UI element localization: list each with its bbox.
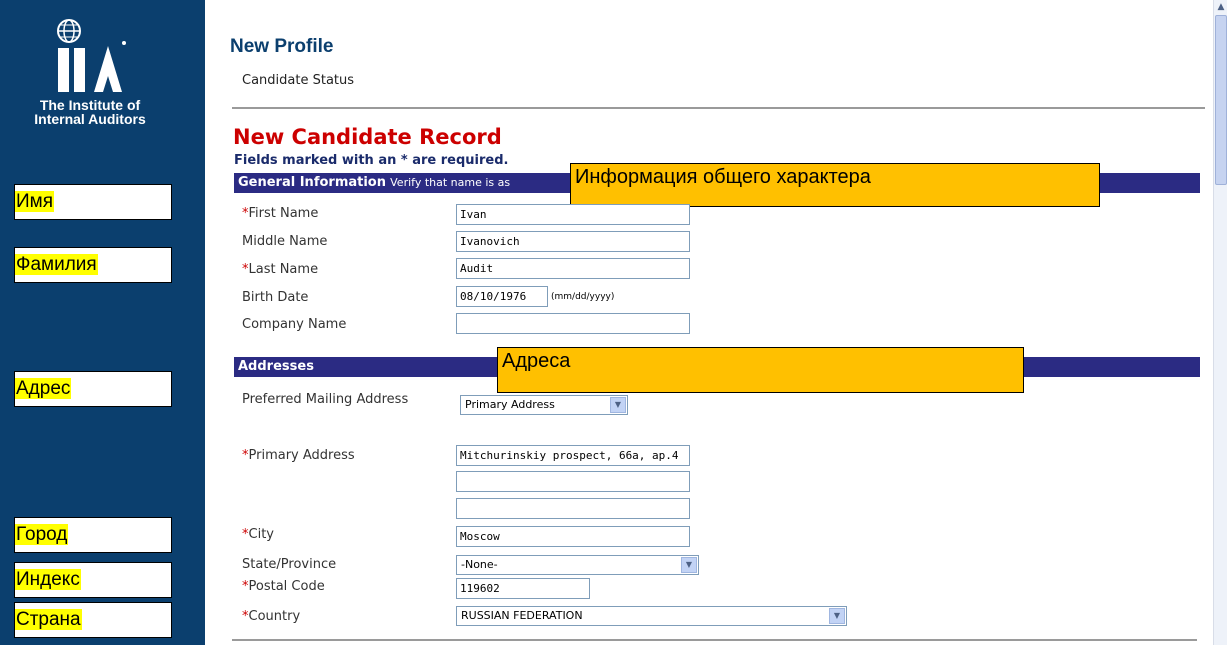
record-title: New Candidate Record — [233, 125, 502, 149]
chevron-down-icon[interactable]: ▼ — [681, 557, 697, 573]
org-name: The Institute of Internal Auditors — [34, 97, 146, 127]
label-postal-ru: Индекс — [14, 562, 172, 598]
candidate-status-link[interactable]: Candidate Status — [242, 73, 354, 88]
country-label: *Country — [242, 609, 301, 624]
label-first-name-ru: Имя — [14, 184, 172, 220]
birth-date-label: Birth Date — [242, 290, 309, 305]
birth-date-input[interactable]: 08/10/1976 — [456, 286, 548, 307]
iia-logo — [57, 19, 126, 92]
company-name-input[interactable] — [456, 313, 690, 334]
vertical-scrollbar[interactable]: ▲ — [1213, 0, 1227, 645]
label-address-ru: Адрес — [14, 371, 172, 407]
label-city-ru: Город — [14, 517, 172, 553]
primary-address-line2-input[interactable] — [456, 471, 690, 492]
country-select[interactable]: RUSSIAN FEDERATION ▼ — [456, 606, 847, 626]
page-title: New Profile — [230, 36, 334, 57]
section-hint: Verify that name is as — [390, 176, 511, 189]
divider — [232, 107, 1205, 109]
scroll-up-icon[interactable]: ▲ — [1214, 0, 1227, 14]
divider — [232, 639, 1197, 641]
preferred-mailing-label: Preferred Mailing Address — [242, 392, 409, 407]
primary-address-label: *Primary Address — [242, 448, 355, 463]
city-input[interactable]: Moscow — [456, 526, 690, 547]
scroll-thumb[interactable] — [1215, 15, 1227, 185]
label-last-name-ru: Фамилия — [14, 247, 172, 283]
chevron-down-icon[interactable]: ▼ — [829, 608, 845, 624]
first-name-label: *First Name — [242, 206, 319, 221]
primary-address-line3-input[interactable] — [456, 498, 690, 519]
last-name-label: *Last Name — [242, 262, 319, 277]
state-province-label: State/Province — [242, 557, 337, 572]
city-label: *City — [242, 527, 274, 542]
label-country-ru: Страна — [14, 602, 172, 638]
postal-code-input[interactable]: 119602 — [456, 578, 590, 599]
birth-date-format-hint: (mm/dd/yyyy) — [551, 292, 615, 302]
state-province-select[interactable]: -None- ▼ — [456, 555, 699, 575]
preferred-mailing-select[interactable]: Primary Address ▼ — [460, 395, 628, 415]
last-name-input[interactable]: Audit — [456, 258, 690, 279]
company-name-label: Company Name — [242, 317, 347, 332]
chevron-down-icon[interactable]: ▼ — [610, 397, 626, 413]
middle-name-label: Middle Name — [242, 234, 328, 249]
sidebar: The Institute of Internal Auditors Имя Ф… — [0, 0, 205, 645]
required-note: Fields marked with an * are required. — [234, 153, 509, 168]
callout-addresses: Адреса — [497, 347, 1024, 393]
primary-address-line1-input[interactable]: Mitchurinskiy prospect, 66a, ap.4 — [456, 445, 690, 466]
first-name-input[interactable]: Ivan — [456, 204, 690, 225]
middle-name-input[interactable]: Ivanovich — [456, 231, 690, 252]
postal-code-label: *Postal Code — [242, 579, 325, 594]
callout-general-information: Информация общего характера — [570, 163, 1100, 207]
